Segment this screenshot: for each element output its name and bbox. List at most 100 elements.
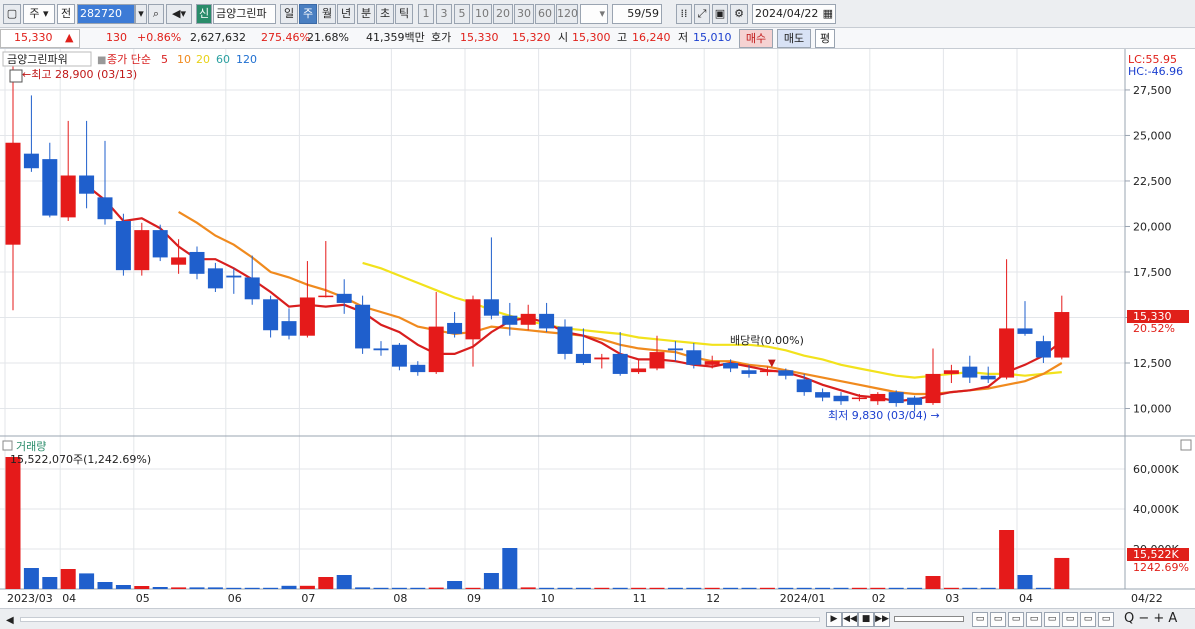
period-year-tab[interactable]: 년 (337, 4, 355, 24)
turnover-rate: 21.68% (307, 31, 349, 44)
interval-60[interactable]: 60 (535, 4, 555, 24)
scroll-left-icon[interactable]: ◀ (6, 615, 14, 626)
candle-body (226, 275, 242, 278)
volume-bar (1035, 587, 1051, 589)
interval-dropdown[interactable]: ▾ (580, 4, 608, 24)
layout-icon-8[interactable]: ▭ (1098, 612, 1114, 627)
rewind-icon[interactable]: ◀◀ (842, 612, 858, 627)
stop-icon[interactable]: ■ (858, 612, 874, 627)
volume-bar (318, 577, 334, 589)
interval-3[interactable]: 3 (436, 4, 452, 24)
candle-body (152, 230, 168, 258)
market-select[interactable]: 주 ▾ (23, 4, 55, 24)
search-icon[interactable]: ⌕ (148, 4, 164, 24)
grid-toggle-icon[interactable] (9, 69, 23, 83)
layout-icon-7[interactable]: ▭ (1080, 612, 1096, 627)
save-icon[interactable]: ▣ (712, 4, 728, 24)
interval-10[interactable]: 10 (472, 4, 492, 24)
candle-body (925, 373, 941, 404)
interval-30[interactable]: 30 (514, 4, 534, 24)
volume-bar (833, 587, 849, 589)
tool-icon[interactable]: ⤢ (694, 4, 710, 24)
candle-body (1017, 328, 1033, 334)
period-second-tab[interactable]: 초 (376, 4, 394, 24)
code-dropdown-icon[interactable]: ▾ (135, 4, 147, 24)
dots-icon[interactable]: ⁞⁞ (676, 4, 692, 24)
zoom-slider[interactable] (894, 616, 964, 622)
interval-20[interactable]: 20 (493, 4, 513, 24)
volume-tick-label: 40,000K (1133, 503, 1179, 516)
candle-body (391, 344, 407, 367)
stock-code-input[interactable]: 282720 (77, 4, 135, 24)
volume-bar (189, 587, 205, 589)
x-tick-label: 10 (541, 592, 555, 605)
gear-icon[interactable]: ⚙ (730, 4, 748, 24)
calendar-icon[interactable]: ▦ (823, 5, 835, 23)
candle-body (134, 230, 150, 271)
candle-body (888, 392, 904, 404)
volume-close-icon[interactable] (1180, 439, 1192, 451)
bid-price: 15,320 (512, 31, 551, 44)
volume-bar (1017, 575, 1033, 589)
candle-body (539, 313, 555, 329)
buy-button[interactable]: 매수 (739, 29, 773, 48)
volume-bar (539, 587, 555, 589)
count-field[interactable]: 59/59 (612, 4, 662, 24)
interval-120[interactable]: 120 (556, 4, 578, 24)
volume-bar (79, 573, 95, 589)
volume-bar (649, 587, 665, 589)
quote-bar: 15,330 ▲ 130 +0.86% 2,627,632 275.46% 21… (0, 28, 1195, 49)
forward-icon[interactable]: ▶▶ (874, 612, 890, 627)
period-tick-tab[interactable]: 틱 (395, 4, 413, 24)
volume-tick-label: 60,000K (1133, 463, 1179, 476)
layout-icon-5[interactable]: ▭ (1044, 612, 1060, 627)
interval-1[interactable]: 1 (418, 4, 434, 24)
date-field[interactable]: 2024/04/22 ▦ (752, 4, 836, 24)
candle-body (833, 395, 849, 402)
window-icon[interactable]: ▢ (3, 4, 21, 24)
period-month-tab[interactable]: 월 (318, 4, 336, 24)
period-minute-tab[interactable]: 분 (357, 4, 375, 24)
volume-bar (575, 587, 591, 589)
high-annotation: ←최고 28,900 (03/13) (22, 68, 137, 81)
volume-bar (594, 587, 610, 589)
candle-body (318, 295, 334, 298)
eval-button[interactable]: 평 (815, 29, 835, 48)
volume-bar (557, 587, 573, 589)
prev-button[interactable]: 전 (57, 4, 75, 24)
volume-bar (778, 587, 794, 589)
interval-5[interactable]: 5 (454, 4, 470, 24)
high-price: 16,240 (632, 31, 671, 44)
volume-bar (759, 587, 775, 589)
x-tick-label: 03 (945, 592, 959, 605)
volume-ratio: 275.46% (261, 31, 310, 44)
stock-name-field[interactable]: 금양그린파 (213, 4, 276, 24)
layout-icon-4[interactable]: ▭ (1026, 612, 1042, 627)
layout-icon-2[interactable]: ▭ (990, 612, 1006, 627)
layout-icon-1[interactable]: ▭ (972, 612, 988, 627)
open-label: 시 (558, 31, 569, 44)
candle-body (23, 153, 39, 169)
layout-icon-3[interactable]: ▭ (1008, 612, 1024, 627)
volume-bar (925, 576, 941, 589)
scrollbar-track[interactable] (20, 617, 820, 622)
candle-body (336, 293, 352, 303)
current-price: 15,330 (14, 31, 53, 44)
volume-bar (686, 587, 702, 589)
chart-bg (0, 49, 1195, 608)
period-day-tab[interactable]: 일 (280, 4, 298, 24)
zoom-controls[interactable]: Q − + A (1124, 611, 1177, 626)
period-week-tab[interactable]: 주 (299, 4, 317, 24)
scroll-right-icon[interactable]: ▶ (826, 612, 842, 627)
layout-icon-6[interactable]: ▭ (1062, 612, 1078, 627)
volume-note: 15,522,070주(1,242.69%) (10, 453, 151, 466)
chart-area[interactable]: 27,50025,00022,50020,00017,50015,00012,5… (0, 49, 1195, 608)
candle-body (428, 326, 444, 373)
volume-bar (355, 587, 371, 589)
candle-body (962, 366, 978, 378)
candle-body (851, 397, 867, 400)
speaker-icon[interactable]: ◀▾ (166, 4, 192, 24)
volume-collapse-icon[interactable] (2, 440, 13, 451)
sell-button[interactable]: 매도 (777, 29, 811, 48)
footer-bar: ◀ ▶ ◀◀ ■ ▶▶ ▭ ▭ ▭ ▭ ▭ ▭ ▭ ▭ Q − + A (0, 608, 1195, 629)
